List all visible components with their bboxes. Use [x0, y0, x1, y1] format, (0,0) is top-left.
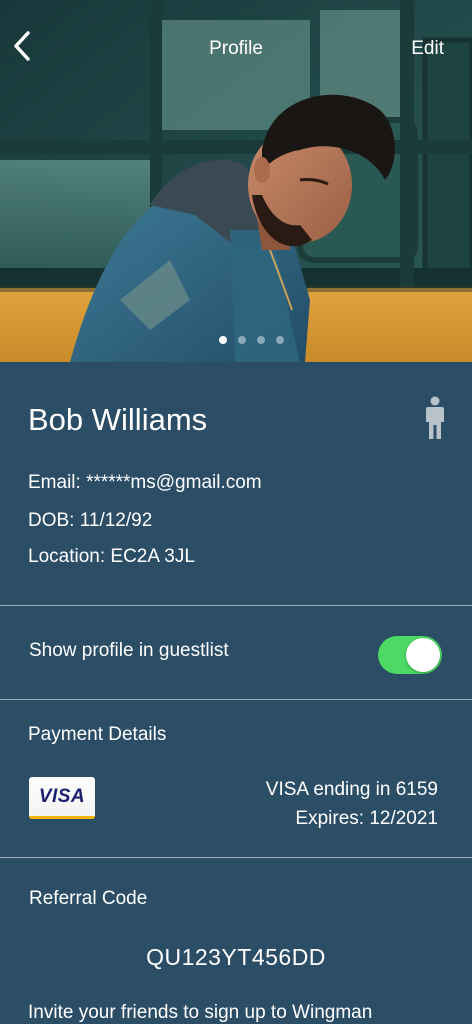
carousel-dot[interactable]: [237, 336, 246, 344]
page-title: Profile: [209, 38, 263, 59]
payment-details-title: Payment Details: [28, 724, 167, 745]
invite-text: Invite your friends to sign up to Wingma…: [28, 1002, 373, 1023]
profile-email: Email: ******ms@gmail.com: [28, 472, 262, 493]
edit-button[interactable]: Edit: [411, 38, 444, 60]
guestlist-label: Show profile in guestlist: [29, 640, 229, 661]
card-ending: VISA ending in 6159: [265, 779, 438, 800]
toggle-knob: [406, 638, 440, 672]
carousel-dot[interactable]: [256, 336, 265, 344]
profile-name: Bob Williams: [28, 402, 208, 437]
carousel-dot[interactable]: [275, 336, 284, 344]
profile-screen: Profile Edit Bob Williams Email: ******m…: [0, 0, 472, 1024]
male-person-icon: [426, 396, 444, 439]
carousel-dot[interactable]: [218, 336, 227, 344]
top-nav-bar: Profile Edit: [0, 0, 472, 100]
divider: [0, 605, 472, 606]
card-expiry: Expires: 12/2021: [295, 808, 438, 829]
profile-photo-carousel[interactable]: Profile Edit: [0, 0, 472, 362]
referral-code[interactable]: QU123YT456DD: [0, 944, 472, 971]
carousel-page-indicator[interactable]: [0, 336, 472, 344]
guestlist-toggle[interactable]: [378, 636, 442, 674]
visa-card-logo: VISA: [29, 777, 95, 819]
profile-location: Location: EC2A 3JL: [28, 546, 195, 567]
divider: [0, 699, 472, 700]
profile-dob: DOB: 11/12/92: [28, 510, 153, 531]
divider: [0, 857, 472, 858]
profile-info-section: Bob Williams Email: ******ms@gmail.com D…: [0, 362, 472, 605]
referral-code-title: Referral Code: [29, 888, 148, 909]
